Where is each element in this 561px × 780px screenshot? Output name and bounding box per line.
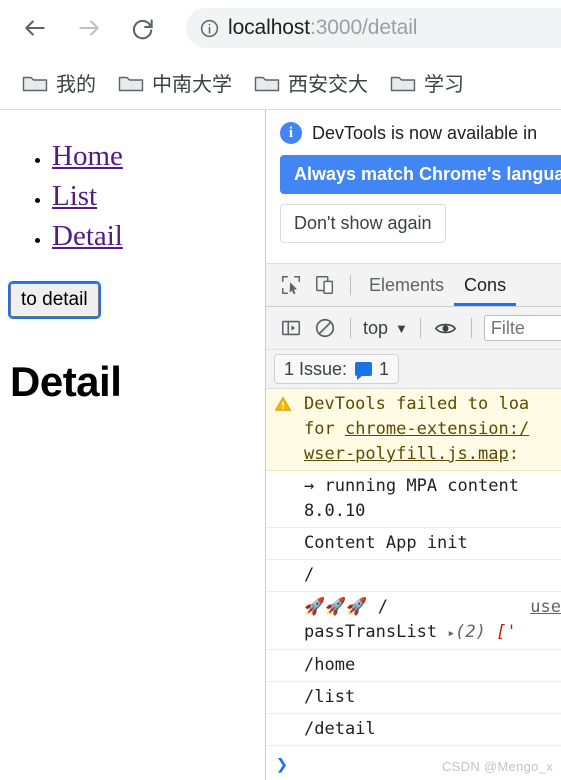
tab-console[interactable]: Cons <box>454 265 517 306</box>
bookmark-label: 西安交大 <box>288 74 368 96</box>
url-host: localhost <box>228 16 310 39</box>
console-row-log-rockets[interactable]: 🚀🚀🚀 / use passTransList ▸(2) [' <box>266 592 561 650</box>
issues-count: 1 <box>379 358 390 379</box>
bookmark-folder-2[interactable]: 西安交大 <box>248 65 374 101</box>
folder-icon <box>118 73 144 93</box>
url-path: :3000/detail <box>309 16 418 39</box>
console-row-log[interactable]: → running MPA content 8.0.10 <box>266 471 561 528</box>
warning-line-2-prefix: for <box>304 419 345 439</box>
array-value: [' <box>496 622 517 642</box>
expand-triangle-icon[interactable]: ▸ <box>447 626 455 641</box>
page-viewport: Home List Detail to detail Detail <box>0 110 265 780</box>
folder-icon <box>390 73 416 93</box>
address-bar[interactable]: localhost:3000/detail <box>186 8 561 48</box>
device-toolbar-icon[interactable] <box>308 270 342 300</box>
to-detail-button[interactable]: to detail <box>8 281 101 319</box>
back-button[interactable] <box>12 5 58 51</box>
warning-source-link-cont[interactable]: wser-polyfill.js.map <box>304 444 509 464</box>
browser-chrome: localhost:3000/detail 我的 中南大学 西安交大 学习 <box>0 0 561 110</box>
console-message-text: Content App init <box>304 533 468 553</box>
bookmark-folder-3[interactable]: 学习 <box>384 65 470 101</box>
issues-button[interactable]: 1 Issue: 1 <box>274 354 400 384</box>
list-item: Detail <box>52 220 265 253</box>
console-source-link[interactable]: use <box>530 595 561 620</box>
live-expression-eye-icon[interactable] <box>429 313 463 343</box>
warning-source-link[interactable]: chrome-extension:/ <box>345 419 529 439</box>
bookmarks-bar: 我的 中南大学 西安交大 学习 <box>0 56 561 109</box>
console-issues-bar: 1 Issue: 1 <box>266 350 561 389</box>
reload-icon <box>130 15 156 41</box>
nav-link-home[interactable]: Home <box>52 140 123 172</box>
console-filter-toolbar: top ▼ <box>266 307 561 350</box>
console-row-log[interactable]: / <box>266 560 561 592</box>
console-message-text: /list <box>304 687 356 707</box>
forward-arrow-icon <box>76 15 102 41</box>
bookmark-label: 中南大学 <box>152 74 232 96</box>
warning-triangle-icon <box>274 395 292 413</box>
rocket-path: / <box>367 597 388 617</box>
bookmark-label: 我的 <box>56 74 96 96</box>
console-row-log[interactable]: /home <box>266 650 561 682</box>
issue-message-icon <box>355 362 373 380</box>
warning-line-3-suffix: : <box>508 444 519 464</box>
clear-console-icon[interactable] <box>308 313 342 343</box>
bookmark-label: 学习 <box>424 74 464 96</box>
tab-elements[interactable]: Elements <box>359 265 454 306</box>
forward-button[interactable] <box>66 5 112 51</box>
issues-label: 1 Issue: <box>284 358 348 379</box>
page-title: Detail <box>10 358 122 405</box>
notification-message: DevTools is now available in <box>312 122 538 143</box>
folder-icon <box>22 73 48 93</box>
console-message-text: DevTools failed to loa for chrome-extensi… <box>266 392 561 467</box>
pass-trans-label: passTransList <box>304 622 438 642</box>
inspect-element-icon[interactable] <box>274 270 308 300</box>
nav-link-list[interactable]: List <box>52 180 97 212</box>
console-row-log[interactable]: /list <box>266 682 561 714</box>
console-message-text: 🚀🚀🚀 / use passTransList ▸(2) [' <box>266 595 561 646</box>
list-item: Home <box>52 140 265 173</box>
console-message-list: DevTools failed to loa for chrome-extensi… <box>266 389 561 746</box>
info-icon: i <box>280 122 302 144</box>
info-circle-icon[interactable] <box>198 17 220 39</box>
devtools-panel: i DevTools is now available in Always ma… <box>265 110 561 780</box>
console-message-text: /detail <box>304 719 376 739</box>
console-filter-input[interactable] <box>483 315 561 341</box>
devtools-tab-bar: Elements Cons <box>266 263 561 307</box>
console-context-selector[interactable]: top ▼ <box>359 318 412 339</box>
toolbar-divider <box>419 318 421 338</box>
page-nav-list: Home List Detail <box>0 110 265 253</box>
console-message-text: /home <box>304 655 356 675</box>
chevron-down-icon: ▼ <box>395 320 408 336</box>
console-message-text: / <box>304 565 315 585</box>
reload-button[interactable] <box>120 5 166 51</box>
list-item: List <box>52 180 265 213</box>
rocket-line: 🚀🚀🚀 / use <box>304 595 561 620</box>
always-match-language-button[interactable]: Always match Chrome's langua <box>280 155 561 194</box>
toolbar-divider <box>350 275 351 295</box>
array-count: (2) <box>455 622 486 642</box>
dont-show-again-button[interactable]: Don't show again <box>280 204 446 243</box>
toolbar-divider <box>350 318 351 338</box>
rocket-icon: 🚀🚀🚀 <box>304 597 368 617</box>
watermark: CSDN @Mengo_x <box>441 759 553 774</box>
console-row-log[interactable]: Content App init <box>266 528 561 560</box>
bookmark-folder-1[interactable]: 中南大学 <box>112 65 238 101</box>
folder-icon <box>254 73 280 93</box>
log-line-2: 8.0.10 <box>304 501 366 521</box>
console-row-log[interactable]: /detail <box>266 714 561 746</box>
context-label: top <box>363 317 389 338</box>
console-row-warning[interactable]: DevTools failed to loa for chrome-extensi… <box>266 389 561 471</box>
devtools-language-notification: i DevTools is now available in Always ma… <box>266 110 561 253</box>
console-sidebar-icon[interactable] <box>274 313 308 343</box>
address-bar-url: localhost:3000/detail <box>228 16 417 40</box>
notification-message-row: i DevTools is now available in <box>280 122 561 144</box>
console-message-text: → running MPA content 8.0.10 <box>266 474 561 524</box>
prompt-caret-icon: ❯ <box>276 752 289 776</box>
back-arrow-icon <box>22 15 48 41</box>
warning-line-1: DevTools failed to loa <box>304 394 530 414</box>
toolbar-divider <box>470 318 472 338</box>
bookmark-folder-0[interactable]: 我的 <box>16 65 102 101</box>
nav-link-detail[interactable]: Detail <box>52 220 123 252</box>
log-line-1: → running MPA content <box>304 476 519 496</box>
